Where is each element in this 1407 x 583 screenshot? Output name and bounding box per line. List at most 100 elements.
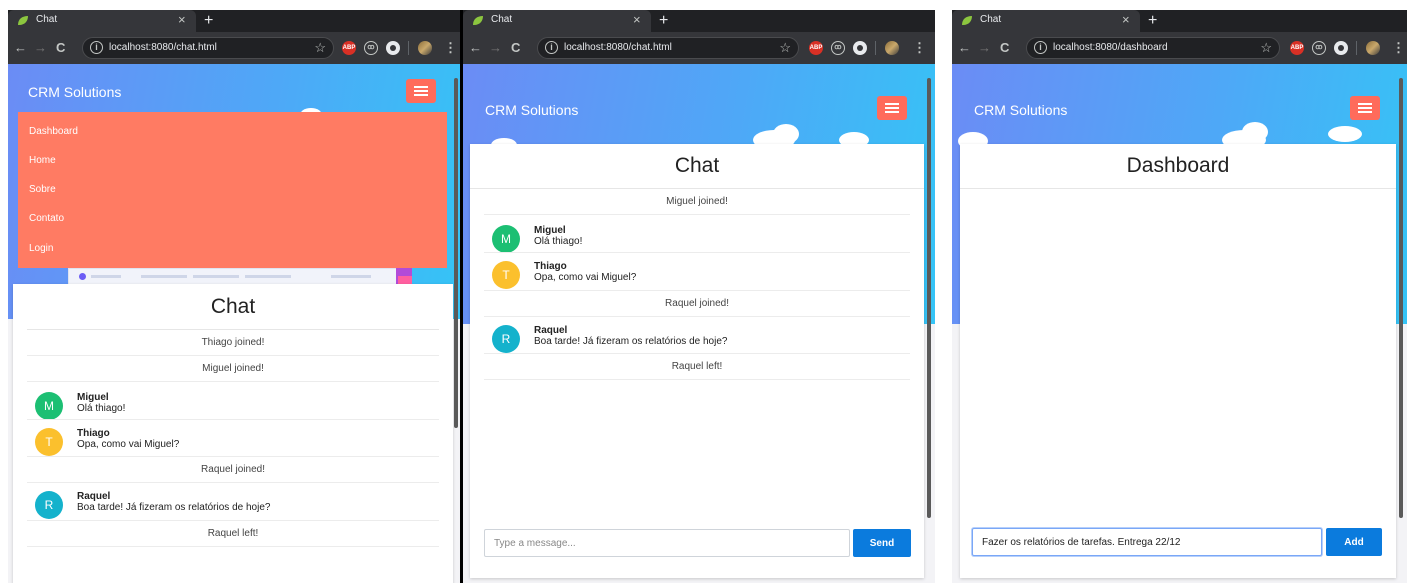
back-arrow-icon[interactable]: ← — [469, 40, 482, 56]
tab-chat[interactable]: Chat × — [463, 10, 651, 32]
brand-logo-text[interactable]: CRM Solutions — [974, 102, 1067, 118]
system-message: Thiago joined! — [201, 337, 265, 348]
reload-icon[interactable]: C — [511, 40, 520, 56]
avatar: M — [35, 392, 63, 420]
brand-logo-text[interactable]: CRM Solutions — [485, 102, 578, 118]
message-text: Opa, como vai Miguel? — [534, 272, 637, 283]
bookmark-star-icon[interactable]: ☆ — [1260, 40, 1272, 56]
chat-card: Chat Miguel joined! M Miguel Olá thiago!… — [470, 144, 924, 578]
browser-window-dashboard: Chat × + ← → C i localhost:8080/dashboar… — [952, 10, 1407, 583]
dashboard-card: Dashboard Add — [960, 144, 1396, 578]
menu-item-sobre[interactable]: Sobre — [29, 184, 56, 195]
sender-name: Raquel — [77, 491, 111, 502]
task-input[interactable] — [972, 528, 1322, 556]
close-tab-icon[interactable]: × — [178, 12, 186, 28]
adblock-plus-icon[interactable]: ABP — [342, 41, 356, 55]
nav-dropdown-menu: Dashboard Home Sobre Contato Login — [18, 112, 447, 268]
extension-circle-icon[interactable] — [1334, 41, 1348, 55]
cloud-decoration — [1242, 122, 1268, 142]
message-text: Boa tarde! Já fizeram os relatórios de h… — [77, 502, 271, 513]
forward-arrow-icon[interactable]: → — [489, 40, 502, 56]
menu-item-login[interactable]: Login — [29, 243, 53, 254]
forward-arrow-icon[interactable]: → — [978, 40, 991, 56]
message-divider — [27, 419, 439, 420]
system-message: Raquel left! — [207, 528, 259, 539]
avatar: R — [492, 325, 520, 353]
avatar: M — [492, 225, 520, 253]
browser-toolbar: ← → C i localhost:8080/chat.html ☆ ABP ꝏ… — [8, 32, 460, 64]
address-bar[interactable]: i localhost:8080/chat.html ☆ — [82, 37, 334, 59]
menu-item-home[interactable]: Home — [29, 155, 56, 166]
tab-chat[interactable]: Chat × — [8, 10, 196, 32]
reload-icon[interactable]: C — [56, 40, 65, 56]
leaf-icon — [473, 16, 483, 25]
back-arrow-icon[interactable]: ← — [14, 40, 27, 56]
message-divider — [27, 355, 439, 356]
info-icon[interactable]: i — [545, 41, 558, 54]
leaf-icon — [962, 16, 972, 25]
extension-circle-icon[interactable] — [386, 41, 400, 55]
chat-card: Chat Thiago joined! Miguel joined! M Mig… — [13, 284, 453, 583]
message-text: Opa, como vai Miguel? — [77, 439, 180, 450]
new-tab-button[interactable]: + — [1148, 10, 1157, 32]
extension-glasses-icon[interactable]: ꝏ — [831, 41, 845, 55]
screenshot: Chat × + ← → C i localhost:8080/chat.htm… — [0, 0, 1407, 583]
adblock-plus-icon[interactable]: ABP — [809, 41, 823, 55]
profile-avatar-icon[interactable] — [418, 41, 432, 55]
adblock-plus-icon[interactable]: ABP — [1290, 41, 1304, 55]
avatar: R — [35, 491, 63, 519]
forward-arrow-icon[interactable]: → — [34, 40, 47, 56]
add-button[interactable]: Add — [1326, 528, 1382, 556]
brand-logo-text[interactable]: CRM Solutions — [28, 84, 121, 100]
tab-strip: Chat × + — [463, 10, 935, 32]
close-tab-icon[interactable]: × — [1122, 12, 1130, 28]
message-divider — [27, 381, 439, 382]
profile-avatar-icon[interactable] — [885, 41, 899, 55]
extension-circle-icon[interactable] — [853, 41, 867, 55]
message-divider — [27, 546, 439, 547]
extension-glasses-icon[interactable]: ꝏ — [364, 41, 378, 55]
title-divider — [470, 188, 924, 189]
address-bar[interactable]: i localhost:8080/dashboard ☆ — [1026, 37, 1280, 59]
page-scrollbar[interactable] — [454, 78, 458, 428]
card-title: Chat — [674, 154, 720, 177]
browser-window-chat-with-menu: Chat × + ← → C i localhost:8080/chat.htm… — [8, 10, 460, 583]
profile-avatar-icon[interactable] — [1366, 41, 1380, 55]
menu-item-dashboard[interactable]: Dashboard — [29, 126, 78, 137]
sender-name: Raquel — [534, 325, 568, 336]
message-input[interactable] — [484, 529, 850, 557]
message-text: Olá thiago! — [534, 236, 583, 247]
menu-item-contato[interactable]: Contato — [29, 213, 64, 224]
page-scrollbar[interactable] — [927, 78, 931, 518]
page-scrollbar[interactable] — [1399, 78, 1403, 518]
bookmark-star-icon[interactable]: ☆ — [779, 40, 791, 56]
hamburger-menu-button[interactable] — [1350, 96, 1380, 120]
url-text: localhost:8080/chat.html — [109, 42, 217, 53]
message-divider — [484, 353, 910, 354]
message-divider — [484, 214, 910, 215]
new-tab-button[interactable]: + — [204, 10, 213, 32]
back-arrow-icon[interactable]: ← — [958, 40, 971, 56]
info-icon[interactable]: i — [90, 41, 103, 54]
extension-glasses-icon[interactable]: ꝏ — [1312, 41, 1326, 55]
avatar: T — [35, 428, 63, 456]
system-message: Raquel joined! — [201, 464, 265, 475]
browser-menu-icon[interactable]: ⋮ — [1392, 41, 1405, 55]
hamburger-menu-button[interactable] — [406, 79, 436, 103]
close-tab-icon[interactable]: × — [633, 12, 641, 28]
bookmark-star-icon[interactable]: ☆ — [314, 40, 326, 56]
tab-chat[interactable]: Chat × — [952, 10, 1140, 32]
message-divider — [27, 456, 439, 457]
info-icon[interactable]: i — [1034, 41, 1047, 54]
browser-menu-icon[interactable]: ⋮ — [913, 41, 926, 55]
address-bar[interactable]: i localhost:8080/chat.html ☆ — [537, 37, 799, 59]
card-title: Chat — [210, 295, 256, 318]
browser-toolbar: ← → C i localhost:8080/dashboard ☆ ABP ꝏ… — [952, 32, 1407, 64]
title-divider — [27, 329, 439, 330]
new-tab-button[interactable]: + — [659, 10, 668, 32]
hamburger-menu-button[interactable] — [877, 96, 907, 120]
browser-menu-icon[interactable]: ⋮ — [444, 41, 457, 55]
reload-icon[interactable]: C — [1000, 40, 1009, 56]
toolbar-separator — [1356, 41, 1357, 55]
send-button[interactable]: Send — [853, 529, 911, 557]
